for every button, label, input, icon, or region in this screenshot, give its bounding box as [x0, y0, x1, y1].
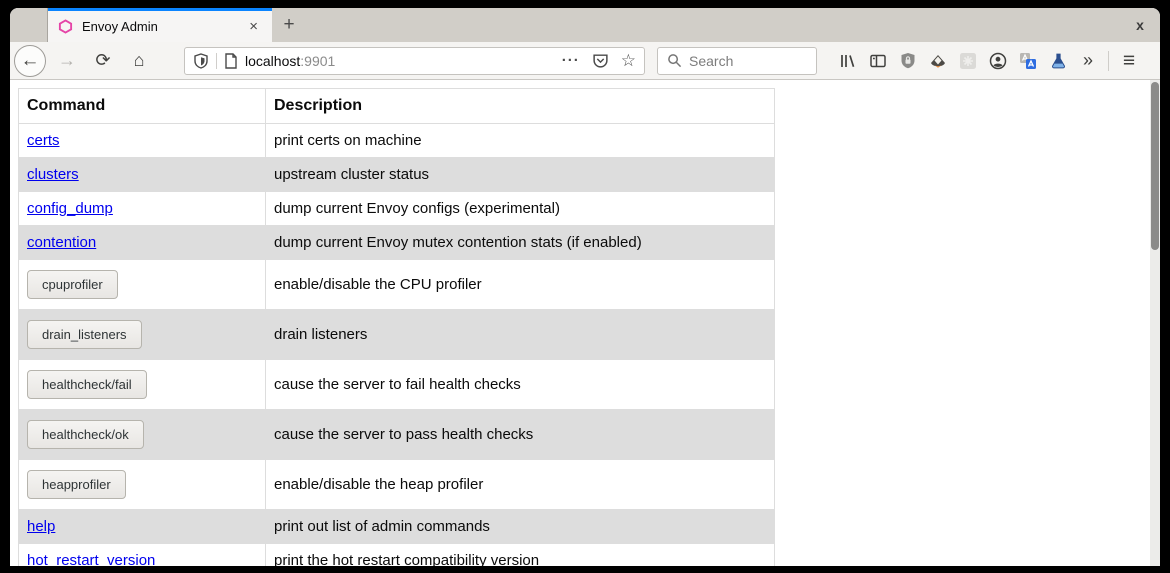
- description-cell: dump current Envoy mutex contention stat…: [266, 226, 775, 260]
- hamburger-menu-icon[interactable]: ≡: [1114, 46, 1144, 76]
- table-row: hot_restart_version print the hot restart…: [19, 544, 775, 567]
- command-link[interactable]: hot_restart_version: [27, 552, 155, 566]
- account-person-icon[interactable]: [983, 46, 1013, 76]
- table-row: contention dump current Envoy mutex conte…: [19, 226, 775, 260]
- tab-title: Envoy Admin: [82, 19, 245, 34]
- page-actions-icon[interactable]: ···: [562, 52, 580, 69]
- command-button[interactable]: cpuprofiler: [27, 270, 118, 299]
- search-placeholder: Search: [689, 53, 733, 69]
- command-link[interactable]: contention: [27, 234, 96, 251]
- description-cell: drain listeners: [266, 310, 775, 360]
- admin-command-table: Command Description certs print certs on …: [18, 88, 775, 566]
- command-table-body: certs print certs on machine clusters upstr…: [19, 124, 775, 567]
- table-row: healthcheck/ok cause the server to pass h…: [19, 410, 775, 460]
- description-cell: cause the server to pass health checks: [266, 410, 775, 460]
- bookmark-star-icon[interactable]: ☆: [621, 51, 636, 71]
- command-button[interactable]: healthcheck/ok: [27, 420, 144, 449]
- page-info-icon[interactable]: [224, 53, 238, 69]
- command-cell: cpuprofiler: [19, 260, 266, 310]
- vertical-scrollbar[interactable]: [1150, 80, 1160, 566]
- extension-translate-icon[interactable]: [1013, 46, 1043, 76]
- command-button[interactable]: drain_listeners: [27, 320, 142, 349]
- table-row: clusters upstream cluster status: [19, 158, 775, 192]
- command-cell: certs: [19, 124, 266, 158]
- new-tab-button[interactable]: +: [272, 8, 306, 42]
- command-cell: hot_restart_version: [19, 544, 266, 567]
- pocket-icon[interactable]: [592, 52, 609, 69]
- extension-disabled-gray-icon[interactable]: [953, 46, 983, 76]
- table-row: help print out list of admin commands: [19, 510, 775, 544]
- browser-window: Envoy Admin × + x ← → ⟳ ⌂ localhost:9901…: [10, 8, 1160, 566]
- table-header-row: Command Description: [19, 89, 775, 124]
- description-cell: enable/disable the CPU profiler: [266, 260, 775, 310]
- command-cell: healthcheck/ok: [19, 410, 266, 460]
- description-column-header: Description: [266, 89, 775, 124]
- home-button[interactable]: ⌂: [124, 46, 154, 76]
- command-link[interactable]: config_dump: [27, 200, 113, 217]
- command-cell: healthcheck/fail: [19, 360, 266, 410]
- tab-close-icon[interactable]: ×: [245, 18, 262, 35]
- command-link[interactable]: help: [27, 518, 55, 535]
- back-button[interactable]: ←: [14, 45, 46, 77]
- urlbar-divider: [216, 53, 217, 69]
- command-cell: contention: [19, 226, 266, 260]
- command-button[interactable]: healthcheck/fail: [27, 370, 147, 399]
- url-port: :9901: [300, 53, 335, 69]
- reload-button[interactable]: ⟳: [88, 46, 118, 76]
- sidebar-toggle-icon[interactable]: [863, 46, 893, 76]
- envoy-admin-page: Command Description certs print certs on …: [10, 80, 1160, 566]
- description-cell: enable/disable the heap profiler: [266, 460, 775, 510]
- toolbar-extension-area: » ≡: [833, 46, 1144, 76]
- command-cell: drain_listeners: [19, 310, 266, 360]
- description-cell: print out list of admin commands: [266, 510, 775, 544]
- table-row: healthcheck/fail cause the server to fail…: [19, 360, 775, 410]
- extension-shield-lock-icon[interactable]: [893, 46, 923, 76]
- url-host: localhost: [245, 53, 300, 69]
- command-link[interactable]: clusters: [27, 166, 79, 183]
- tab-strip-empty: [306, 8, 1120, 42]
- overflow-chevron-icon[interactable]: »: [1073, 46, 1103, 76]
- command-cell: clusters: [19, 158, 266, 192]
- description-cell: print the hot restart compatibility vers…: [266, 544, 775, 567]
- table-row: config_dump dump current Envoy configs (e…: [19, 192, 775, 226]
- description-cell: dump current Envoy configs (experimental…: [266, 192, 775, 226]
- table-row: cpuprofiler enable/disable the CPU profil…: [19, 260, 775, 310]
- command-cell: config_dump: [19, 192, 266, 226]
- library-icon[interactable]: [833, 46, 863, 76]
- extension-flask-icon[interactable]: [1043, 46, 1073, 76]
- command-link[interactable]: certs: [27, 132, 60, 149]
- window-close-button[interactable]: x: [1120, 8, 1160, 42]
- table-row: certs print certs on machine: [19, 124, 775, 158]
- command-cell: help: [19, 510, 266, 544]
- command-cell: heapprofiler: [19, 460, 266, 510]
- tab-envoy-admin[interactable]: Envoy Admin ×: [48, 8, 272, 42]
- forward-button[interactable]: →: [52, 46, 82, 76]
- envoy-favicon-icon: [58, 19, 74, 35]
- table-row: drain_listeners drain listeners: [19, 310, 775, 360]
- description-cell: cause the server to fail health checks: [266, 360, 775, 410]
- command-column-header: Command: [19, 89, 266, 124]
- search-icon: [667, 53, 682, 68]
- extension-badger-icon[interactable]: [923, 46, 953, 76]
- table-row: heapprofiler enable/disable the heap prof…: [19, 460, 775, 510]
- description-cell: print certs on machine: [266, 124, 775, 158]
- url-bar[interactable]: localhost:9901 ··· ☆: [184, 47, 645, 75]
- search-bar[interactable]: Search: [657, 47, 817, 75]
- scrollbar-thumb[interactable]: [1151, 82, 1159, 250]
- navigation-toolbar: ← → ⟳ ⌂ localhost:9901 ··· ☆ Search: [10, 42, 1160, 80]
- description-cell: upstream cluster status: [266, 158, 775, 192]
- tab-bar: Envoy Admin × + x: [10, 8, 1160, 42]
- toolbar-divider: [1108, 51, 1109, 71]
- tab-strip-spacer: [10, 8, 48, 42]
- page-viewport: Command Description certs print certs on …: [10, 80, 1160, 566]
- tracking-protection-shield-icon[interactable]: [193, 53, 209, 69]
- command-button[interactable]: heapprofiler: [27, 470, 126, 499]
